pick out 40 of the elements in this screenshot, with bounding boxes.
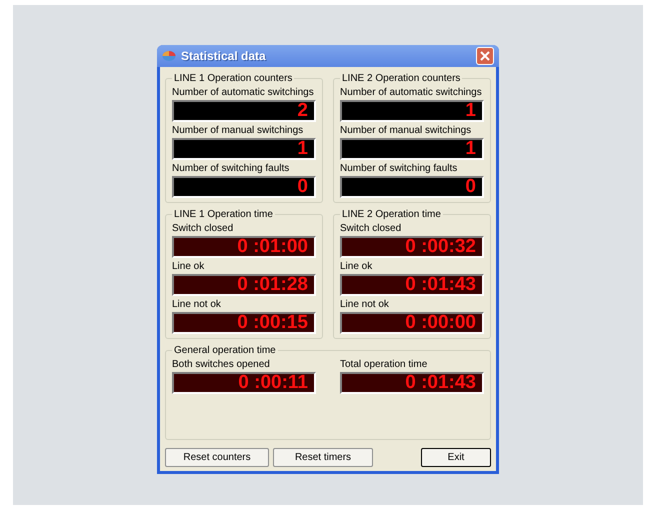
window-title: Statistical data	[181, 49, 267, 63]
field-label: Line ok	[172, 261, 206, 272]
reset-button[interactable]: Reset timers	[273, 448, 373, 467]
field-label: Line not ok	[340, 299, 390, 310]
timer-display: 0 :00:11	[172, 372, 316, 394]
timer-display: 0 :01:43	[340, 372, 484, 394]
field-label: Both switches opened	[172, 359, 271, 370]
timer-display: 0 :00:15	[172, 312, 316, 334]
counter-display: 1	[340, 100, 484, 122]
field-label: Number of automatic switchings	[340, 87, 483, 98]
counter-display: 1	[172, 138, 316, 160]
close-button[interactable]	[476, 47, 494, 65]
group-title: LINE 2 Operation time	[341, 209, 442, 220]
field-label: Switch closed	[172, 223, 234, 234]
counter-display: 2	[172, 100, 316, 122]
field-label: Number of switching faults	[172, 163, 290, 174]
timer-display: 0 :01:28	[172, 274, 316, 296]
counter-display: 0	[172, 176, 316, 198]
timer-display: 0 :00:32	[340, 236, 484, 258]
close-icon	[480, 51, 490, 61]
field-label: Line not ok	[172, 299, 222, 310]
counter-display: 0	[340, 176, 484, 198]
field-label: Switch closed	[340, 223, 402, 234]
timer-display: 0 :00:00	[340, 312, 484, 334]
timer-display: 0 :01:00	[172, 236, 316, 258]
chart-icon	[162, 50, 176, 62]
group-title: LINE 1 Operation counters	[173, 73, 294, 84]
group-title: General operation time	[173, 345, 277, 356]
field-label: Number of manual switchings	[340, 125, 472, 136]
exit-button[interactable]: Exit	[421, 448, 491, 467]
field-label: Number of automatic switchings	[172, 87, 315, 98]
field-label: Number of manual switchings	[172, 125, 304, 136]
field-label: Line ok	[340, 261, 374, 272]
group-title: LINE 1 Operation time	[173, 209, 274, 220]
counter-display: 1	[340, 138, 484, 160]
group-title: LINE 2 Operation counters	[341, 73, 462, 84]
field-label: Total operation time	[340, 359, 428, 370]
field-label: Number of switching faults	[340, 163, 458, 174]
timer-display: 0 :01:43	[340, 274, 484, 296]
reset-button[interactable]: Reset counters	[165, 448, 269, 467]
